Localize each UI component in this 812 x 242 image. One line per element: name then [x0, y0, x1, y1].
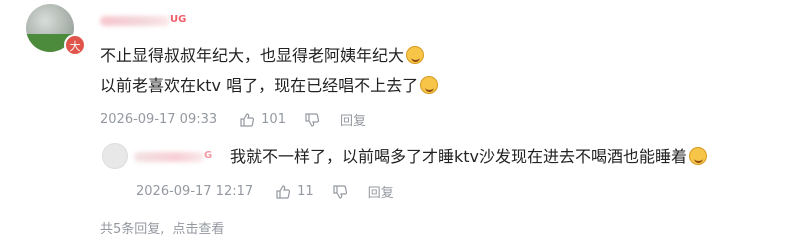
crying-emoji-icon [420, 76, 439, 94]
thumb-up-icon [276, 184, 291, 199]
grin-emoji-icon [689, 147, 708, 165]
comment-text-line2: 以前老喜欢在ktv 唱了，现在已经唱不上去了 [100, 74, 439, 98]
thumb-up-icon [240, 112, 255, 127]
reply-count-text: 共5条回复, [100, 222, 165, 237]
username-blurred [100, 16, 170, 26]
reply-like-count: 11 [297, 184, 314, 199]
reply-timestamp: 2026-09-17 12:17 [136, 184, 254, 199]
reply-username[interactable]: G [134, 150, 218, 164]
replies-footer: 共5条回复, 点击查看 [100, 218, 224, 237]
dislike-button[interactable] [304, 112, 320, 128]
comment-text-line1: 不止显得叔叔年纪大，也显得老阿姨年纪大 [100, 44, 425, 68]
thumb-down-icon [305, 112, 320, 127]
level-badge: 大 [64, 34, 86, 56]
comment-timestamp: 2026-09-17 09:33 [100, 112, 218, 127]
like-count: 101 [261, 112, 286, 127]
username[interactable]: UG [100, 14, 190, 28]
comment-line2-text: 以前老喜欢在ktv 唱了，现在已经唱不上去了 [100, 76, 419, 95]
comment-line1-text: 不止显得叔叔年纪大，也显得老阿姨年纪大 [100, 46, 405, 65]
reply-text-content: 我就不一样了，以前喝多了才睡ktv沙发现在进去不喝酒也能睡着 [230, 147, 688, 166]
reply-reply-button[interactable]: 回复 [368, 182, 394, 201]
reply-username-blurred [134, 152, 204, 162]
reply-meta: 2026-09-17 12:17 11 回复 [136, 182, 394, 201]
view-replies-link[interactable]: 点击查看 [172, 222, 224, 237]
comment-meta: 2026-09-17 09:33 101 回复 [100, 110, 366, 129]
reply-dislike-button[interactable] [332, 184, 348, 200]
reply-username-tag: G [204, 150, 213, 161]
thumb-down-icon [333, 184, 347, 199]
reply-avatar[interactable] [102, 143, 128, 169]
reply-like-button[interactable]: 11 [275, 184, 314, 200]
like-button[interactable]: 101 [239, 112, 286, 128]
username-tag: UG [170, 14, 187, 25]
reply-button[interactable]: 回复 [340, 110, 366, 129]
reply-text: 我就不一样了，以前喝多了才睡ktv沙发现在进去不喝酒也能睡着 [230, 145, 708, 169]
laughing-tears-emoji-icon [406, 46, 425, 64]
